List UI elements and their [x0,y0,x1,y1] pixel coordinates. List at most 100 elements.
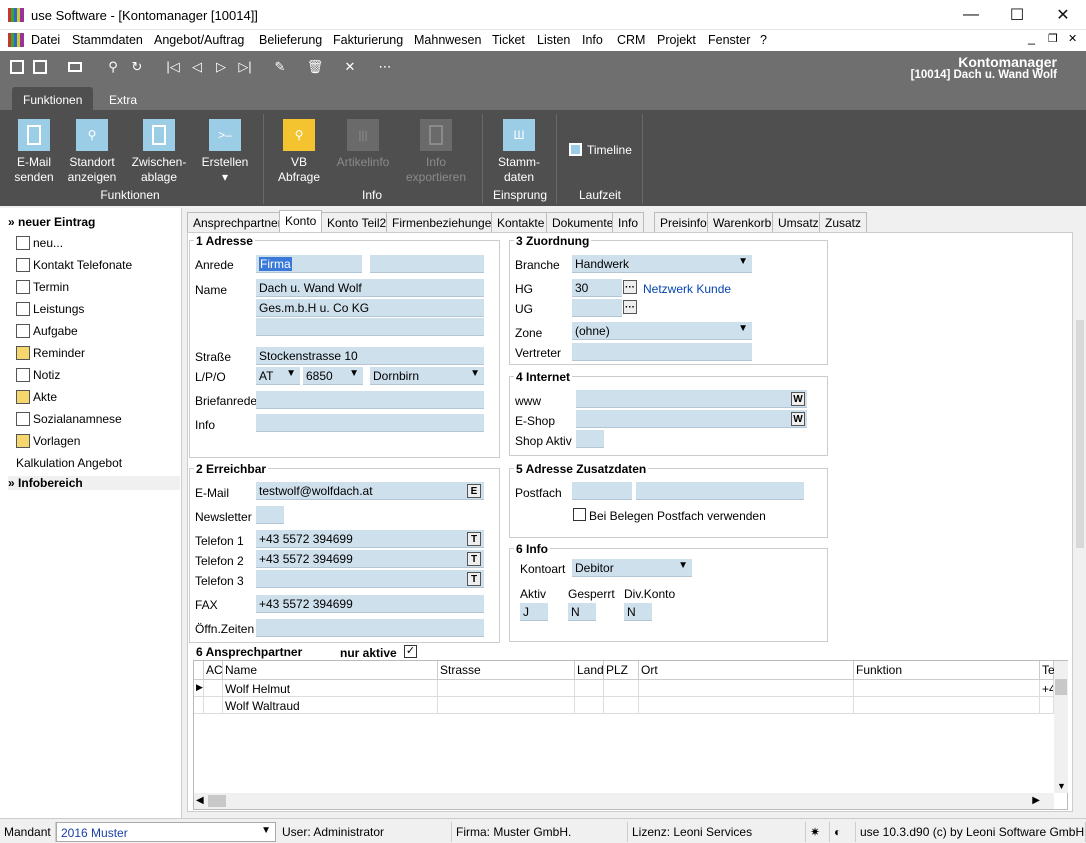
close-button[interactable]: ✕ [1040,0,1086,30]
sidebar-item-akte[interactable]: Akte [16,390,57,404]
oeffnungszeiten-field[interactable] [256,619,484,637]
table-cell[interactable] [575,680,604,697]
menu-crm[interactable]: CRM [617,33,645,47]
table-cell[interactable] [604,697,639,714]
table-vertical-scrollbar[interactable]: ▼ [1054,661,1068,793]
tab-umsatz[interactable]: Umsatz [772,212,825,232]
eshop-open-button[interactable]: W [791,412,805,426]
ug-field[interactable] [572,299,622,317]
connection-status-icon[interactable]: ◐ [830,822,856,842]
sidebar-item-sozialanamnese[interactable]: Sozialanamnese [16,412,122,426]
gesperrt-field[interactable]: N [568,603,596,621]
table-cell[interactable] [204,680,223,697]
briefanrede-field[interactable] [256,391,484,409]
scroll-down-icon[interactable]: ▼ [1057,781,1066,791]
tab-warenkorb[interactable]: Warenkorb [707,212,778,232]
divkonto-field[interactable]: N [624,603,652,621]
zwischenablage-button[interactable]: Zwischen- ablage [128,119,190,185]
strasse-field[interactable]: Stockenstrasse 10 [256,347,484,365]
netzwerk-kunde-link[interactable]: Netzwerk Kunde [643,282,731,296]
mandant-select[interactable]: 2016 Muster ▼ [56,822,276,842]
sidebar-item-notiz[interactable]: Notiz [16,368,60,382]
col-land[interactable]: Land [575,661,604,680]
scroll-right-icon[interactable]: ▶ [1032,795,1040,806]
name1-field[interactable]: Dach u. Wand Wolf [256,279,484,297]
tab-preisinfo[interactable]: Preisinfo [654,212,713,232]
col-strasse[interactable]: Strasse [438,661,575,680]
email-field[interactable]: testwolf@wolfdach.at [256,482,484,500]
sidebar-item-neu[interactable]: neu... [16,236,63,250]
menu-help[interactable]: ? [760,33,767,47]
postfach-ort-field[interactable] [636,482,804,500]
sidebar-item-kontakt[interactable]: Kontakt Telefonate [16,258,132,272]
land-select[interactable]: AT ▼ [256,367,300,385]
reminder-status-icon[interactable]: ✷ [806,822,830,842]
table-cell[interactable] [1040,697,1054,714]
vertreter-field[interactable] [572,343,752,361]
menu-belieferung[interactable]: Belieferung [259,33,322,47]
col-ort[interactable]: Ort [639,661,854,680]
name3-field[interactable] [256,318,484,336]
menu-stammdaten[interactable]: Stammdaten [72,33,143,47]
child-restore-button[interactable]: ❐ [1048,32,1058,45]
menu-fenster[interactable]: Fenster [708,33,750,47]
eshop-field[interactable] [576,410,807,428]
menu-app-icon[interactable] [8,33,24,47]
hg-field[interactable]: 30 [572,279,622,297]
more-icon[interactable]: ⋯ [376,58,394,76]
sidebar-item-reminder[interactable]: Reminder [16,346,85,360]
first-record-icon[interactable]: |◁ [164,58,182,76]
minimize-button[interactable]: — [948,0,994,30]
name2-field[interactable]: Ges.m.b.H u. Co KG [256,299,484,317]
www-open-button[interactable]: W [791,392,805,406]
telefon2-call-button[interactable]: T [467,552,481,566]
table-cell[interactable] [438,680,575,697]
table-horizontal-scrollbar[interactable]: ◀ ▶ [194,793,1054,809]
telefon3-call-button[interactable]: T [467,572,481,586]
search-icon[interactable]: ⚲ [104,58,122,76]
ribbon-tab-funktionen[interactable]: Funktionen [12,87,94,110]
telefon1-field[interactable]: +43 5572 394699 [256,530,484,548]
postfach-checkbox[interactable] [573,508,586,521]
col-ac[interactable]: AC [204,661,223,680]
nur-aktive-checkbox[interactable]: ✓ [404,645,417,658]
pencil-icon[interactable]: ✎ [271,58,289,76]
sidebar-head-neuer-eintrag[interactable]: » neuer Eintrag [8,215,95,229]
scroll-thumb[interactable] [1055,679,1067,695]
menu-ticket[interactable]: Ticket [492,33,525,47]
sidebar-item-vorlagen[interactable]: Vorlagen [16,434,80,448]
table-cell[interactable] [204,697,223,714]
anrede-extra-field[interactable] [370,255,484,273]
table-cell[interactable] [604,680,639,697]
anrede-field[interactable]: Firma [256,255,362,273]
table-cell[interactable] [575,697,604,714]
menu-projekt[interactable]: Projekt [657,33,696,47]
refresh-icon[interactable]: ↻ [128,58,146,76]
col-te[interactable]: Te [1040,661,1055,680]
menu-listen[interactable]: Listen [537,33,570,47]
scroll-left-icon[interactable]: ◀ [196,795,204,806]
ort-select[interactable]: Dornbirn ▼ [370,367,484,385]
info-field[interactable] [256,414,484,432]
telefon2-field[interactable]: +43 5572 394699 [256,550,484,568]
timeline-checkbox[interactable] [569,143,582,156]
tab-dokumente[interactable]: Dokumente [546,212,620,232]
postfach-field[interactable] [572,482,632,500]
branche-select[interactable]: Handwerk ▼ [572,255,752,273]
table-cell[interactable] [639,680,854,697]
www-field[interactable] [576,390,807,408]
newsletter-field[interactable] [256,506,284,524]
sidebar-head-infobereich[interactable]: » Infobereich [8,476,180,490]
trash-icon[interactable]: 🗑 [306,58,324,76]
save-icon[interactable] [31,58,49,76]
table-cell[interactable]: Wolf Helmut [223,680,438,697]
window-vertical-scrollbar[interactable] [1076,320,1084,548]
sidebar-item-aufgabe[interactable]: Aufgabe [16,324,78,338]
menu-info[interactable]: Info [582,33,603,47]
maximize-button[interactable]: ☐ [994,0,1040,30]
plz-select[interactable]: 6850 ▼ [303,367,363,385]
ug-lookup-button[interactable]: ··· [623,300,637,314]
menu-mahnwesen[interactable]: Mahnwesen [414,33,481,47]
tab-info[interactable]: Info [612,212,645,232]
menu-datei[interactable]: Datei [31,33,60,47]
